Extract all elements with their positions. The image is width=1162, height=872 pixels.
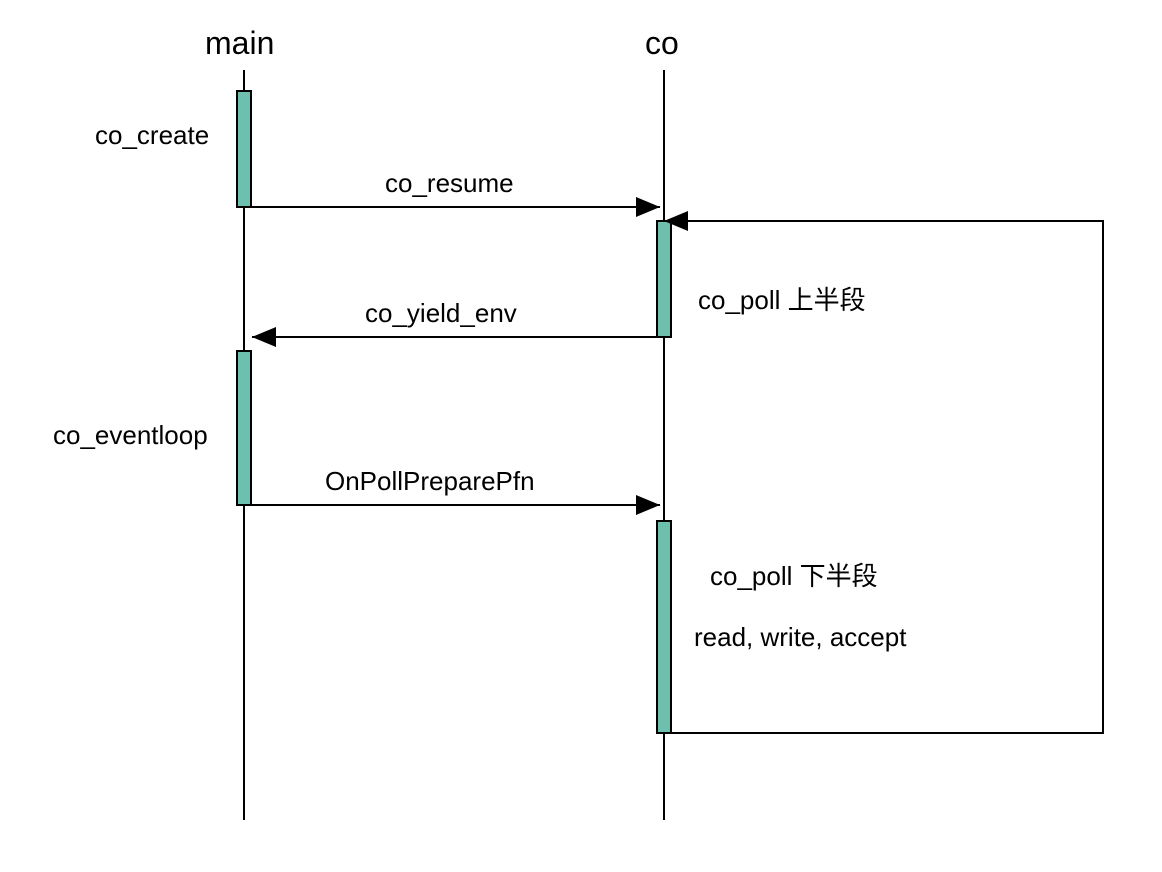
activation-co-lower bbox=[656, 520, 672, 734]
activation-co-upper bbox=[656, 220, 672, 338]
message-line-on-poll-prepare bbox=[252, 504, 660, 506]
label-on-poll-prepare: OnPollPreparePfn bbox=[325, 466, 535, 497]
participant-co-label: co bbox=[645, 25, 679, 62]
arrowhead-co-resume bbox=[636, 197, 660, 217]
participant-main-label: main bbox=[205, 25, 274, 62]
arrowhead-on-poll-prepare bbox=[636, 495, 660, 515]
label-co-poll-upper: co_poll 上半段 bbox=[698, 280, 866, 317]
label-read-write-accept: read, write, accept bbox=[694, 622, 906, 653]
arrowhead-co-yield-env bbox=[252, 327, 276, 347]
label-co-poll-lower: co_poll 下半段 bbox=[710, 556, 878, 593]
label-co-eventloop: co_eventloop bbox=[53, 420, 208, 451]
message-line-co-yield-env bbox=[252, 336, 656, 338]
loop-right-vertical bbox=[1102, 220, 1104, 734]
activation-main-eventloop bbox=[236, 350, 252, 506]
label-co-create: co_create bbox=[95, 120, 209, 151]
activation-main-create bbox=[236, 90, 252, 208]
label-co-yield-env: co_yield_env bbox=[365, 298, 517, 329]
loop-bottom-horizontal bbox=[672, 732, 1104, 734]
loop-top-horizontal bbox=[664, 220, 1104, 222]
message-line-co-resume bbox=[252, 206, 660, 208]
arrowhead-loop-back bbox=[664, 211, 688, 231]
label-co-resume: co_resume bbox=[385, 168, 514, 199]
